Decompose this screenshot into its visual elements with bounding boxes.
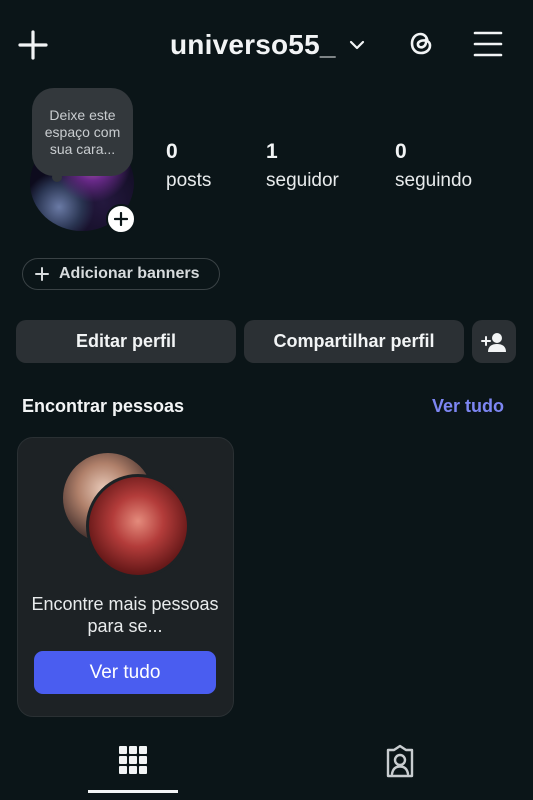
add-story-button[interactable] [106, 204, 136, 234]
section-title: Encontrar pessoas [22, 396, 185, 416]
stat-following[interactable]: 0 seguindo [395, 140, 472, 192]
share-profile-button[interactable]: Compartilhar perfil [244, 320, 464, 363]
add-banners-button[interactable]: Adicionar banners [22, 258, 220, 290]
plus-icon [35, 267, 49, 281]
threads-icon[interactable] [404, 26, 438, 60]
stat-following-value: 0 [395, 140, 407, 163]
note-bubble[interactable]: Deixe este espaço com sua cara... [32, 88, 133, 176]
chevron-down-icon [349, 40, 364, 50]
grid-icon[interactable] [117, 744, 149, 776]
card-text: Encontre mais pessoas para se... [31, 594, 219, 636]
share-profile-label: Compartilhar perfil [273, 331, 435, 351]
edit-profile-label: Editar perfil [75, 331, 177, 351]
edit-profile-button[interactable]: Editar perfil [16, 320, 236, 363]
menu-icon[interactable] [472, 28, 504, 60]
account-switcher[interactable]: universo55_ [170, 26, 366, 64]
note-text: Deixe este espaço com sua cara... [44, 106, 121, 157]
plus-icon[interactable] [16, 28, 50, 62]
stat-posts-value: 0 [166, 140, 178, 163]
add-banners-label: Adicionar banners [59, 265, 200, 282]
stat-posts-label: posts [166, 170, 212, 191]
card-see-all-button[interactable]: Ver tudo [34, 651, 216, 694]
stat-posts[interactable]: 0 posts [166, 140, 211, 192]
tagged-icon[interactable] [382, 744, 418, 780]
username-title: universo55_ [170, 29, 336, 60]
plus-small-icon [114, 212, 128, 226]
see-all-link[interactable]: Ver tudo [432, 396, 504, 417]
stat-followers-label: seguidor [266, 170, 339, 191]
add-person-icon [481, 332, 506, 352]
stat-followers[interactable]: 1 seguidor [266, 140, 339, 192]
suggested-avatar [86, 474, 190, 578]
stat-followers-value: 1 [266, 140, 278, 163]
card-see-all-label: Ver tudo [89, 661, 161, 683]
discover-people-button[interactable] [472, 320, 516, 363]
active-tab-indicator [88, 790, 178, 793]
stat-following-label: seguindo [395, 170, 473, 191]
